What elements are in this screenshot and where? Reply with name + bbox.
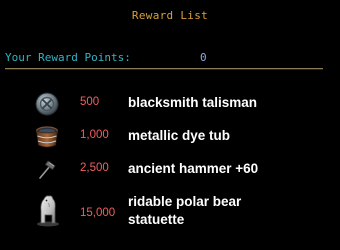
reward-name-line-2: statuette	[128, 212, 185, 227]
reward-cost: 15,000	[80, 207, 116, 219]
reward-item-metallic-dye-tub[interactable]: 1,000 metallic dye tub	[0, 122, 340, 152]
reward-points-row: Your Reward Points: 0	[5, 51, 335, 67]
reward-name: metallic dye tub	[128, 128, 231, 143]
reward-name: blacksmith talisman	[128, 95, 258, 110]
reward-cost: 1,000	[80, 129, 109, 141]
hammer-icon	[39, 160, 56, 179]
reward-item-blacksmith-talisman[interactable]: 500 blacksmith talisman	[0, 89, 340, 119]
reward-list-window: Reward List Your Reward Points: 0 500 bl…	[0, 0, 340, 250]
talisman-icon	[35, 92, 59, 116]
reward-points-label: Your Reward Points:	[5, 51, 131, 64]
reward-cost: 2,500	[80, 162, 109, 174]
reward-cost: 500	[80, 96, 100, 108]
dye-tub-icon	[35, 126, 59, 148]
reward-item-ancient-hammer[interactable]: 2,500 ancient hammer +60	[0, 155, 340, 185]
reward-points-value: 0	[200, 51, 207, 64]
window-title: Reward List	[131, 9, 209, 22]
reward-name-line-1: ridable polar bear	[128, 194, 242, 209]
reward-item-ridable-polar-bear-statuette[interactable]: 15,000 ridable polar bear statuette	[0, 190, 340, 232]
polar-bear-statuette-icon	[37, 195, 59, 227]
reward-name: ancient hammer +60	[128, 161, 259, 176]
divider-shadow	[5, 69, 323, 70]
